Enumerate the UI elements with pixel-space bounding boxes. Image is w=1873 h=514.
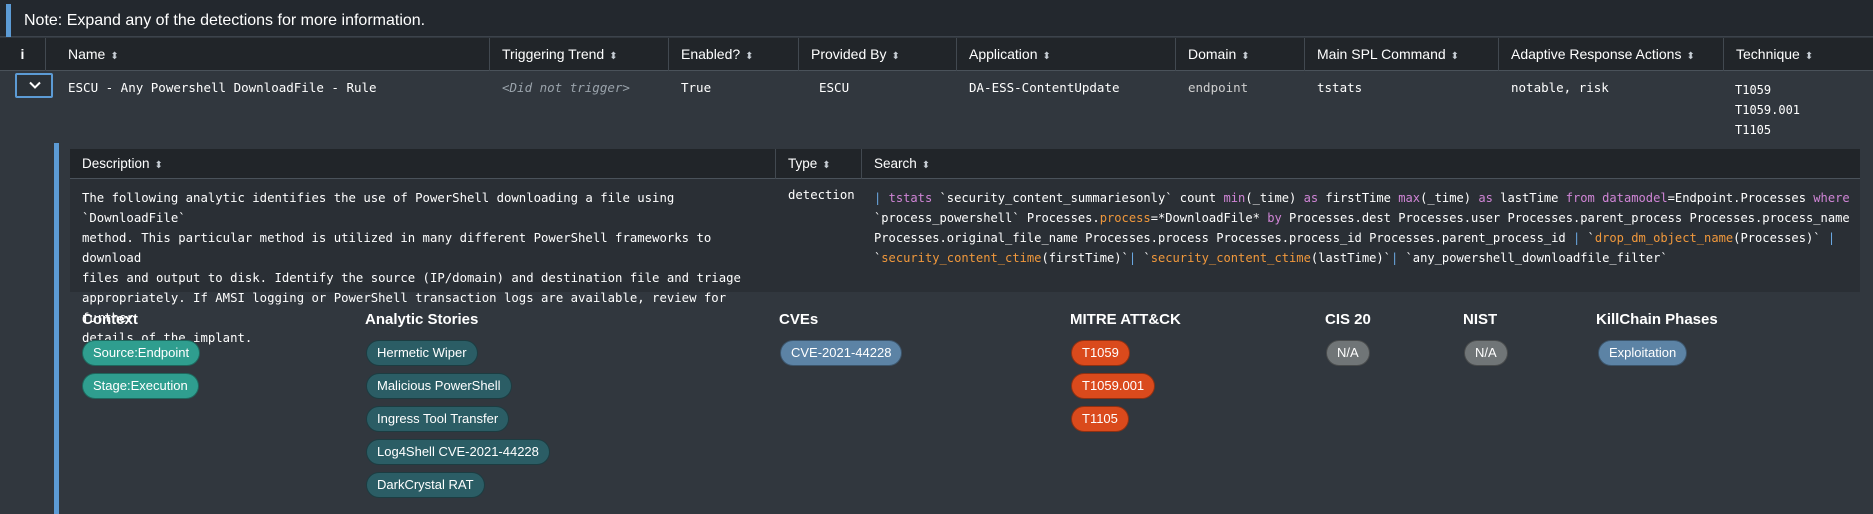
column-header-name[interactable]: Name ⬍ [56, 38, 490, 71]
technique-item: T1059.001 [1735, 103, 1801, 117]
table-header: i Name ⬍ Triggering Trend ⬍ Enabled? ⬍ Prov… [0, 38, 1873, 71]
expand-toggle-button[interactable] [15, 73, 53, 98]
context-pill[interactable]: Source:Endpoint [82, 340, 201, 366]
main-spl-command-value: tstats [1317, 80, 1363, 95]
column-header-description[interactable]: Description ⬍ [70, 149, 776, 179]
column-header-main-spl-command[interactable]: Main SPL Command ⬍ [1305, 38, 1499, 71]
mitre-technique-pill[interactable]: T1105 [1071, 406, 1129, 432]
details-table-row: The following analytic identifies the us… [70, 179, 1860, 345]
mitre-technique-pill[interactable]: T1059.001 [1071, 373, 1156, 399]
expand-column [0, 71, 54, 514]
killchain-phases-title: KillChain Phases [1596, 311, 1718, 328]
sort-arrows-icon: ⬍ [1804, 51, 1814, 62]
sort-arrows-icon: ⬍ [609, 51, 618, 62]
sort-arrows-icon: ⬍ [1042, 51, 1051, 62]
expanded-accent-bar [54, 143, 59, 514]
provided-by-value: ESCU [819, 80, 850, 95]
context-title: Context [82, 311, 138, 328]
domain-value: endpoint [1188, 80, 1249, 95]
column-header-domain[interactable]: Domain ⬍ [1176, 38, 1305, 71]
technique-item: T1105 [1735, 123, 1772, 137]
technique-list: T1059 T1059.001 T1105 [1735, 80, 1800, 140]
detection-name[interactable]: ESCU - Any Powershell DownloadFile - Rul… [68, 80, 377, 95]
application-value: DA-ESS-ContentUpdate [969, 80, 1120, 95]
nist-pill: N/A [1464, 340, 1508, 366]
technique-item: T1059 [1735, 83, 1772, 97]
triggering-trend-value: <Did not trigger> [502, 80, 630, 95]
cves-title: CVEs [779, 311, 819, 328]
analytic-story-pill[interactable]: DarkCrystal RAT [366, 472, 485, 498]
column-header-technique[interactable]: Technique ⬍ [1724, 38, 1873, 71]
column-header-search[interactable]: Search ⬍ [862, 149, 1860, 179]
adaptive-response-actions-value: notable, risk [1511, 80, 1609, 95]
analytic-stories-title: Analytic Stories [365, 311, 479, 328]
analytic-story-pill[interactable]: Ingress Tool Transfer [366, 406, 510, 432]
cis20-pill: N/A [1326, 340, 1370, 366]
cis20-title: CIS 20 [1325, 311, 1371, 328]
mitre-technique-pill[interactable]: T1059 [1071, 340, 1130, 366]
analytic-story-pill[interactable]: Malicious PowerShell [366, 373, 512, 399]
info-note: Note: Expand any of the detections for m… [0, 0, 1873, 37]
enabled-value: True [681, 80, 712, 95]
note-text: Note: Expand any of the detections for m… [24, 12, 426, 29]
column-header-adaptive-response-actions[interactable]: Adaptive Response Actions ⬍ [1499, 38, 1724, 71]
type-value: detection [788, 188, 855, 202]
sort-arrows-icon: ⬍ [1686, 51, 1695, 62]
note-accent-bar [6, 4, 11, 37]
details-table-header: Description ⬍ Type ⬍ Search ⬍ [70, 149, 1860, 179]
sort-arrows-icon: ⬍ [921, 160, 931, 171]
column-header-enabled[interactable]: Enabled? ⬍ [669, 38, 799, 71]
mitre-attack-title: MITRE ATT&CK [1070, 311, 1181, 328]
sort-arrows-icon: ⬍ [110, 51, 119, 62]
column-header-provided-by[interactable]: Provided By ⬍ [799, 38, 957, 71]
column-header-triggering-trend[interactable]: Triggering Trend ⬍ [490, 38, 669, 71]
context-pill[interactable]: Stage:Execution [82, 373, 199, 399]
info-column-header: i [0, 38, 46, 71]
sort-arrows-icon: ⬍ [1450, 51, 1460, 62]
nist-title: NIST [1463, 311, 1498, 328]
chevron-down-icon [29, 81, 41, 89]
analytic-story-pill[interactable]: Log4Shell CVE-2021-44228 [366, 439, 550, 465]
sort-arrows-icon: ⬍ [891, 51, 900, 62]
sort-arrows-icon: ⬍ [1241, 51, 1250, 62]
sort-arrows-icon: ⬍ [822, 160, 831, 171]
sort-arrows-icon: ⬍ [154, 160, 163, 171]
sort-arrows-icon: ⬍ [745, 51, 754, 62]
cve-pill[interactable]: CVE-2021-44228 [780, 340, 903, 366]
column-header-type[interactable]: Type ⬍ [776, 149, 862, 179]
column-header-application[interactable]: Application ⬍ [957, 38, 1176, 71]
search-query: | tstats `security_content_summariesonly… [874, 191, 1850, 265]
killchain-phase-pill[interactable]: Exploitation [1598, 340, 1688, 366]
analytic-story-pill[interactable]: Hermetic Wiper [366, 340, 478, 366]
